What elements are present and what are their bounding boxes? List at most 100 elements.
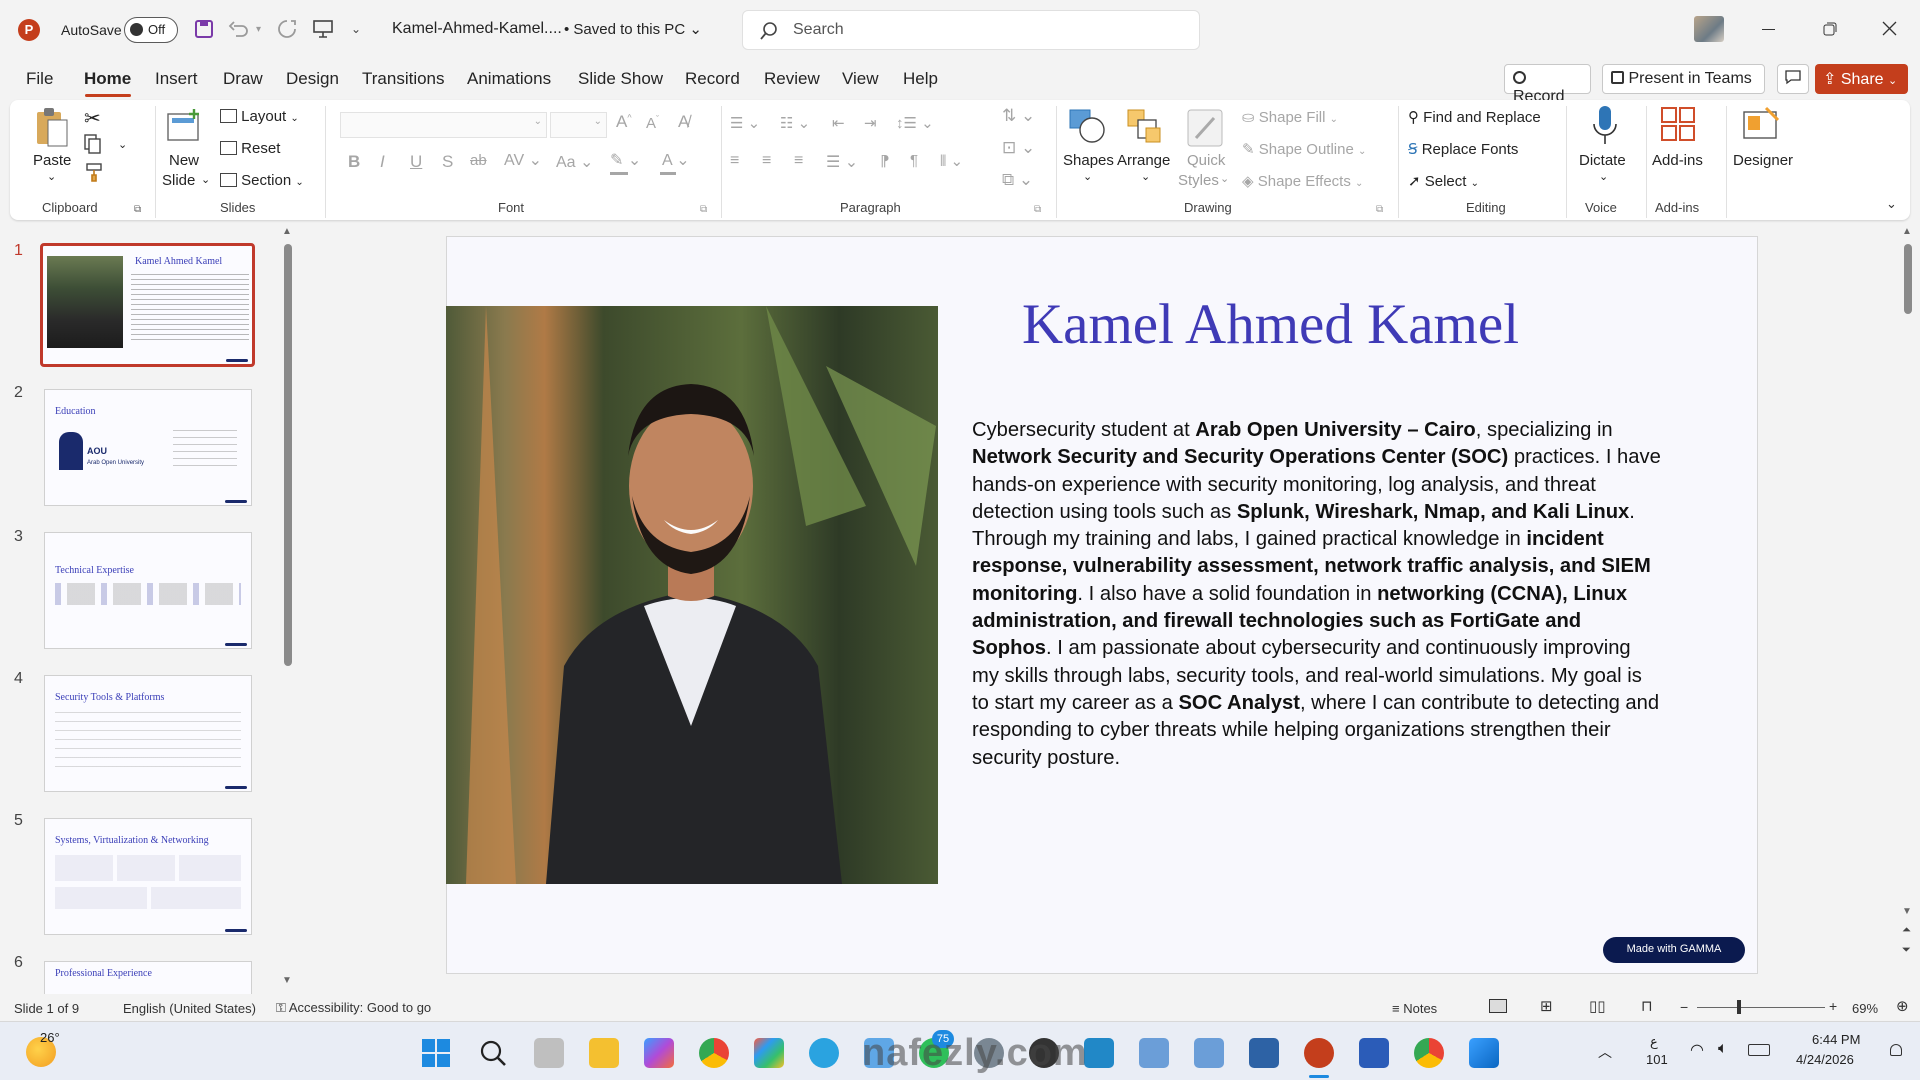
zoom-slider-track[interactable]: [1697, 1007, 1825, 1008]
search-box[interactable]: Search: [742, 10, 1200, 50]
shape-outline-button[interactable]: ✎ Shape Outline ⌄: [1242, 140, 1366, 158]
strikethrough-icon[interactable]: ab: [470, 152, 487, 169]
increase-indent-icon[interactable]: ⇥: [864, 114, 877, 132]
shapes-button[interactable]: Shapes: [1063, 152, 1114, 169]
accessibility-status[interactable]: ⚿ Accessibility: Good to go: [276, 1000, 431, 1016]
increase-font-icon[interactable]: A^: [616, 112, 632, 132]
cut-icon[interactable]: ✂: [84, 106, 101, 131]
record-button[interactable]: Record: [1504, 64, 1591, 105]
arrange-button[interactable]: Arrange: [1117, 152, 1170, 169]
quick-styles-icon[interactable]: [1186, 108, 1224, 148]
new-slide-icon[interactable]: [166, 108, 204, 142]
clear-formatting-icon[interactable]: A̸: [678, 112, 689, 132]
language-indicator[interactable]: English (United States): [123, 1001, 256, 1016]
slide-scroll-down-icon[interactable]: ▼: [1902, 906, 1912, 917]
designer-icon[interactable]: [1742, 106, 1782, 142]
microphone-icon[interactable]: [1590, 104, 1620, 148]
font-color-icon[interactable]: A ⌄: [662, 150, 690, 170]
clipboard-launcher-icon[interactable]: ⧉: [134, 204, 141, 215]
align-right-icon[interactable]: ≡: [794, 152, 803, 170]
collapse-ribbon-icon[interactable]: ⌄: [1886, 196, 1897, 212]
addins-button[interactable]: Add-ins: [1652, 152, 1703, 169]
new-slide-label[interactable]: New: [169, 152, 199, 169]
zoom-in-icon[interactable]: +: [1829, 998, 1837, 1014]
select-button[interactable]: ➚ Select ⌄: [1408, 172, 1479, 190]
slide-scrollbar-thumb[interactable]: [1904, 244, 1912, 314]
close-icon[interactable]: [1882, 21, 1897, 36]
quick-styles-dropdown-icon[interactable]: ⌄: [1220, 172, 1229, 185]
minimize-icon[interactable]: [1762, 29, 1775, 30]
align-center-icon[interactable]: ≡: [762, 152, 771, 170]
highlight-icon[interactable]: ✎ ⌄: [610, 150, 641, 170]
notification-bell-icon[interactable]: [1890, 1044, 1902, 1056]
shape-fill-button[interactable]: ⛀ Shape Fill ⌄: [1242, 108, 1338, 126]
new-slide-dropdown-icon[interactable]: ⌄: [201, 173, 210, 186]
autosave-toggle[interactable]: Off: [124, 17, 178, 43]
wifi-icon[interactable]: ◠: [1690, 1040, 1704, 1060]
shape-effects-button[interactable]: ◈ Shape Effects ⌄: [1242, 172, 1363, 190]
weather-temperature[interactable]: 26°: [40, 1030, 60, 1045]
italic-icon[interactable]: I: [380, 152, 385, 172]
user-avatar[interactable]: [1694, 16, 1724, 42]
virtual-machine-icon[interactable]: [1249, 1038, 1279, 1068]
presenter-icon[interactable]: [312, 18, 334, 40]
paste-icon[interactable]: [34, 106, 70, 148]
present-in-teams-button[interactable]: Present in Teams: [1602, 64, 1765, 94]
tab-insert[interactable]: Insert: [155, 69, 198, 89]
zoom-slider-thumb[interactable]: [1737, 1000, 1741, 1014]
align-text-icon[interactable]: ⊡ ⌄: [1002, 138, 1035, 158]
slide-thumbnail[interactable]: Education AOU Arab Open University: [44, 389, 252, 506]
profile-photo[interactable]: [446, 306, 938, 884]
made-with-gamma-badge[interactable]: Made with GAMMA: [1603, 937, 1745, 963]
network-tool-icon[interactable]: [1139, 1038, 1169, 1068]
start-icon[interactable]: [422, 1039, 450, 1067]
store-icon[interactable]: [754, 1038, 784, 1068]
smartart-icon[interactable]: ⧉ ⌄: [1002, 170, 1033, 190]
slide-scroll-up-icon[interactable]: ▲: [1902, 226, 1912, 237]
clock-date[interactable]: 4/24/2026: [1796, 1052, 1854, 1067]
photos-icon[interactable]: [1469, 1038, 1499, 1068]
powerpoint-taskbar-icon[interactable]: [1304, 1038, 1334, 1068]
font-size-select[interactable]: ⌄: [550, 112, 607, 138]
microsoft365-icon[interactable]: [644, 1038, 674, 1068]
share-button[interactable]: ⇪ Share ⌄: [1815, 64, 1908, 94]
word-icon[interactable]: [1359, 1038, 1389, 1068]
redo-icon[interactable]: [276, 18, 298, 40]
undo-dropdown-icon[interactable]: ▾: [256, 24, 261, 35]
change-case-icon[interactable]: Aa ⌄: [556, 152, 593, 172]
ltr-icon[interactable]: ⁋: [880, 152, 890, 170]
numbering-icon[interactable]: ☷ ⌄: [780, 114, 810, 132]
show-hidden-icons[interactable]: ︿: [1598, 1042, 1612, 1062]
bullets-icon[interactable]: ☰ ⌄: [730, 114, 760, 132]
normal-view-icon[interactable]: [1489, 999, 1507, 1013]
comments-button[interactable]: [1777, 64, 1809, 94]
addins-icon[interactable]: [1660, 106, 1696, 142]
file-name[interactable]: Kamel-Ahmed-Kamel....: [392, 20, 562, 38]
keyboard-language-1[interactable]: ع: [1650, 1034, 1658, 1050]
shadow-icon[interactable]: S: [442, 152, 453, 172]
thumbnail-scroll-down-icon[interactable]: ▼: [282, 975, 292, 986]
font-name-select[interactable]: ⌄: [340, 112, 547, 138]
fit-to-window-icon[interactable]: ⊕: [1896, 997, 1909, 1015]
slide-thumbnail[interactable]: Technical Expertise: [44, 532, 252, 649]
bold-icon[interactable]: B: [348, 152, 360, 172]
decrease-font-icon[interactable]: Aˇ: [646, 114, 659, 132]
paste-dropdown-icon[interactable]: ⌄: [47, 170, 56, 183]
dictate-dropdown-icon[interactable]: ⌄: [1599, 170, 1608, 183]
battery-icon[interactable]: [1748, 1044, 1770, 1056]
notes-button[interactable]: ≡ Notes: [1392, 1001, 1437, 1016]
tab-design[interactable]: Design: [286, 69, 339, 89]
tab-transitions[interactable]: Transitions: [362, 69, 445, 89]
tab-record[interactable]: Record: [685, 69, 740, 89]
slide-show-icon[interactable]: ⊓: [1641, 997, 1653, 1015]
underline-icon[interactable]: U: [410, 152, 422, 172]
slide-body-text[interactable]: Cybersecurity student at Arab Open Unive…: [972, 417, 1662, 772]
tab-slide-show[interactable]: Slide Show: [578, 69, 663, 89]
file-explorer-icon[interactable]: [589, 1038, 619, 1068]
paragraph-launcher-icon[interactable]: ⧉: [1034, 204, 1041, 215]
task-view-icon[interactable]: [534, 1038, 564, 1068]
decrease-indent-icon[interactable]: ⇤: [832, 114, 845, 132]
tab-view[interactable]: View: [842, 69, 879, 89]
keyboard-language-2[interactable]: 101: [1646, 1052, 1668, 1067]
shapes-dropdown-icon[interactable]: ⌄: [1083, 170, 1092, 183]
